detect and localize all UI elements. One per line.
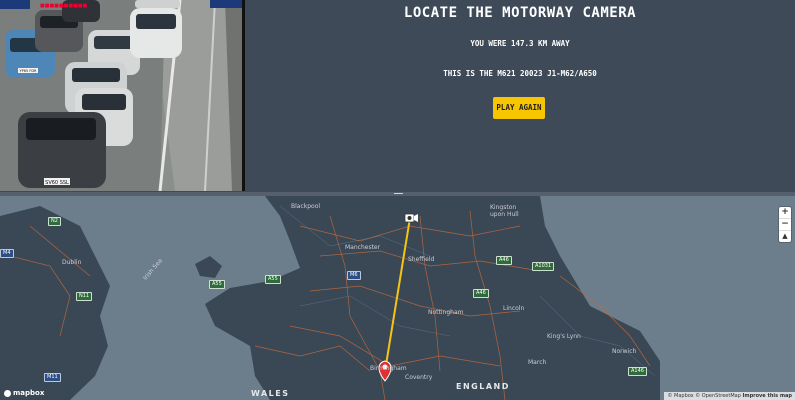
place-label: Manchester xyxy=(345,244,381,251)
place-label: King's Lynn xyxy=(547,333,581,340)
improve-map-link[interactable]: Improve this map xyxy=(743,393,793,399)
camera-name: THIS IS THE M621 20023 J1-M62/A650 xyxy=(443,69,597,78)
camera-image: SV60 SSL YP65 FDR ■■■■■■■■■■ xyxy=(0,0,242,191)
place-label: Nottingham xyxy=(428,309,464,316)
play-again-button[interactable]: PLAY AGAIN xyxy=(493,97,545,119)
road-shield: M4 xyxy=(0,249,14,258)
place-label: Kingston upon Hull xyxy=(490,204,519,218)
map-controls: + − ▲ xyxy=(779,207,791,242)
result-info: LOCATE THE MOTORWAY CAMERA YOU WERE 147.… xyxy=(245,0,795,194)
map[interactable]: Blackpool Kingston upon Hull Manchester … xyxy=(0,196,795,400)
distance-result: YOU WERE 147.3 KM AWAY xyxy=(470,39,570,48)
road-shield: A1031 xyxy=(532,262,555,271)
road-shield: A55 xyxy=(209,280,225,289)
camera-feed: SV60 SSL YP65 FDR ■■■■■■■■■■ xyxy=(0,0,245,191)
zoom-in-button[interactable]: + xyxy=(779,207,791,219)
region-label: ENGLAND xyxy=(456,382,510,391)
zoom-out-button[interactable]: − xyxy=(779,219,791,231)
road-shield: A146 xyxy=(628,367,647,376)
result-panel: SV60 SSL YP65 FDR ■■■■■■■■■■ LOCATE THE … xyxy=(0,0,795,194)
mapbox-logo[interactable]: mapbox xyxy=(4,389,44,397)
place-label: Lincoln xyxy=(503,305,525,312)
place-label: Birmingham xyxy=(370,365,407,372)
compass-icon[interactable]: ▲ xyxy=(779,231,791,242)
road-shield: A46 xyxy=(496,256,512,265)
place-label: Sheffield xyxy=(408,256,435,263)
road-shield: A46 xyxy=(473,289,489,298)
game-title: LOCATE THE MOTORWAY CAMERA xyxy=(403,5,637,21)
plate-front-text: SV60 SSL xyxy=(45,180,69,186)
road-shield: M11 xyxy=(44,373,61,382)
road-shield: A55 xyxy=(265,275,281,284)
map-attribution: © Mapbox © OpenStreetMap Improve this ma… xyxy=(664,392,795,400)
road-shield: N11 xyxy=(76,292,93,301)
place-label: Norwich xyxy=(612,348,637,355)
road-shield: M6 xyxy=(347,271,361,280)
place-label: Dublin xyxy=(62,259,82,266)
place-label: March xyxy=(528,359,547,366)
plate-left-text: YP65 FDR xyxy=(20,69,38,73)
camera-timestamp: ■■■■■■■■■■ xyxy=(40,3,88,9)
camera-marker-icon xyxy=(404,213,418,223)
place-label: Coventry xyxy=(405,374,433,381)
mapbox-icon xyxy=(4,389,11,397)
road-shield: N2 xyxy=(48,217,61,226)
region-label: WALES xyxy=(251,389,290,398)
place-label: Blackpool xyxy=(291,203,321,210)
